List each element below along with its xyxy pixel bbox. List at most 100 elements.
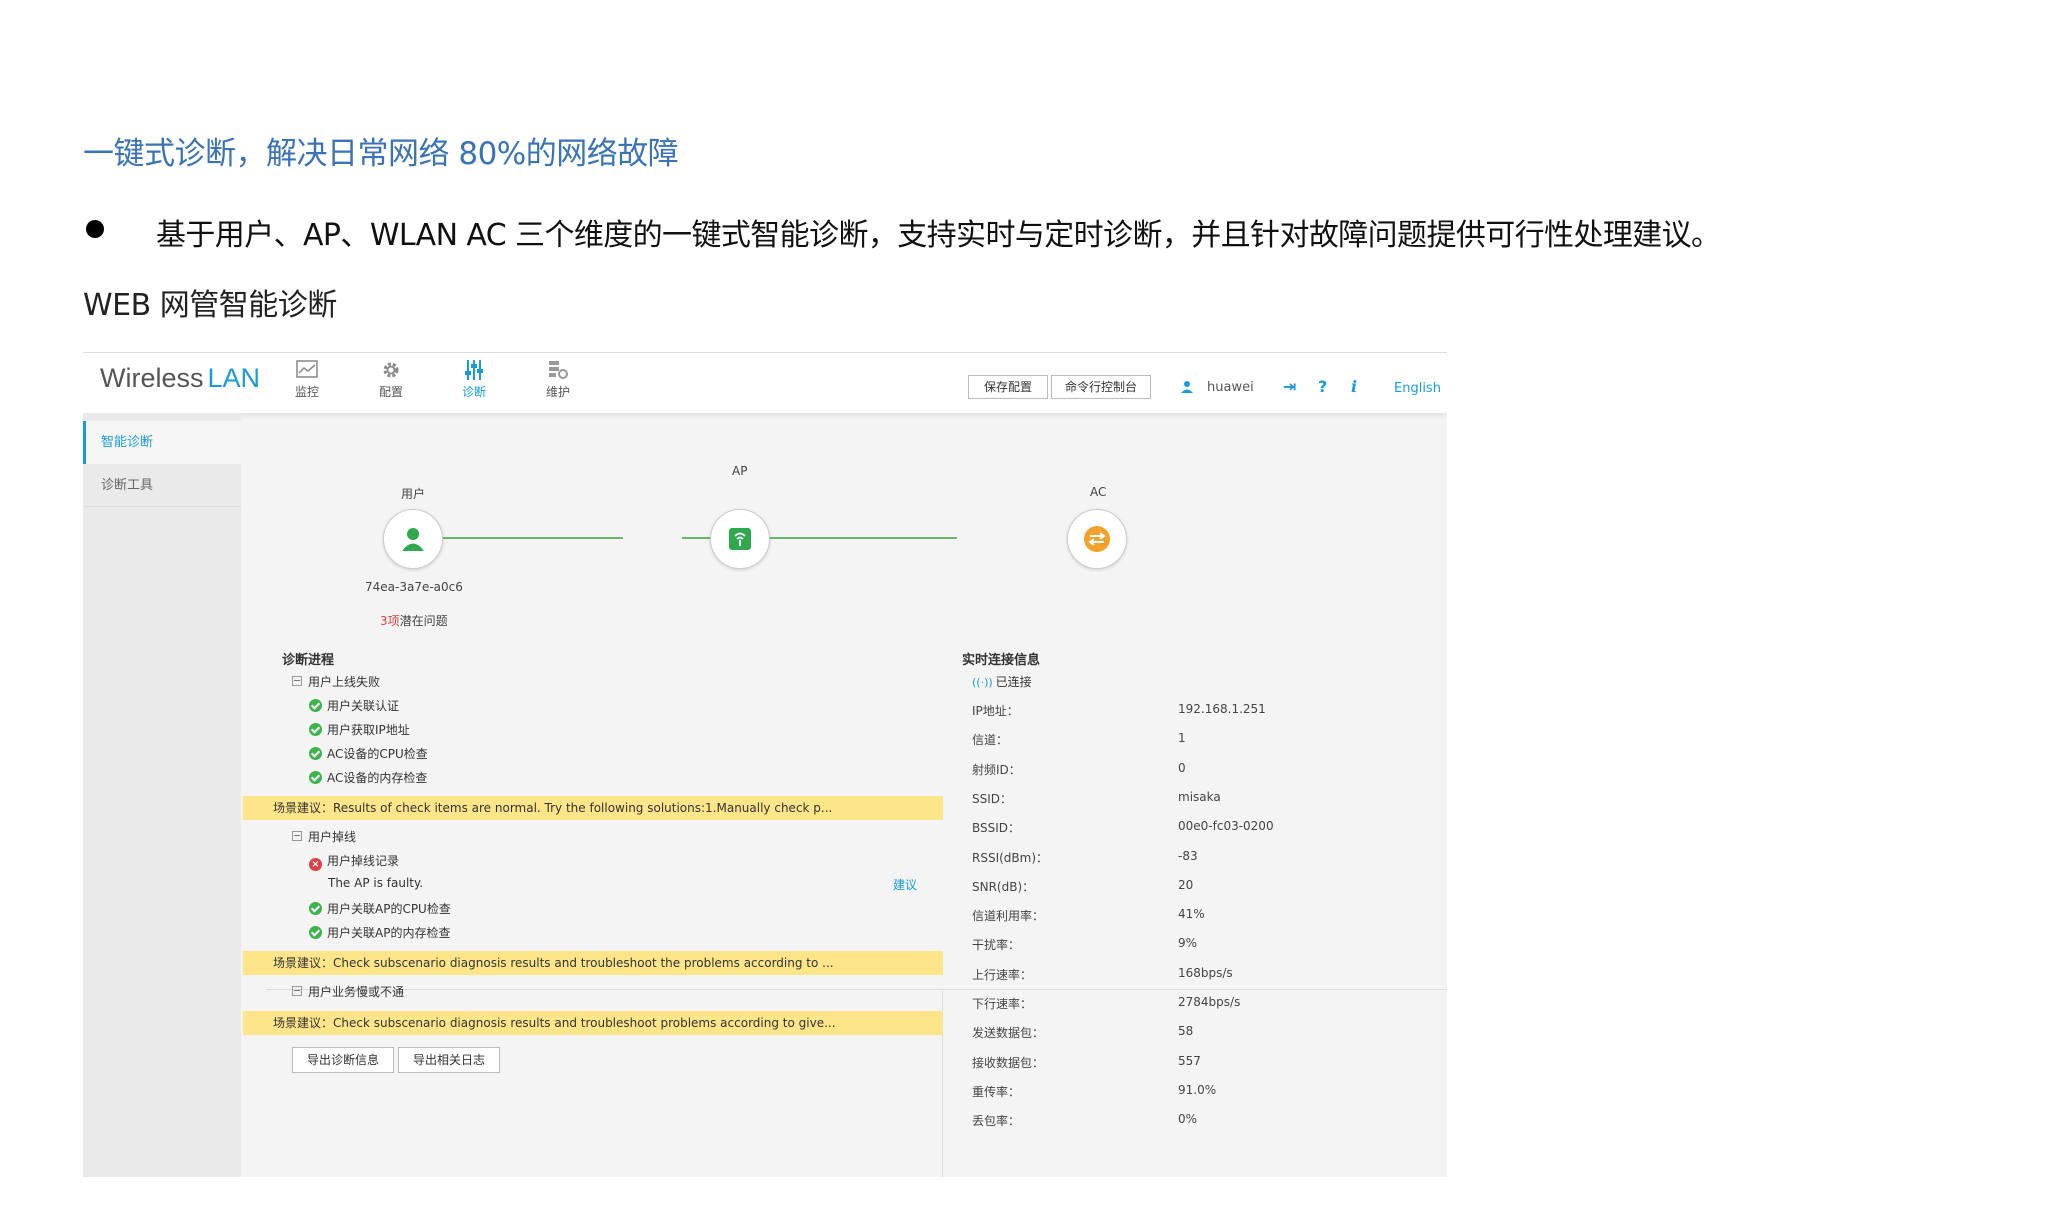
nav-maintenance-label: 维护	[545, 385, 570, 399]
info-icon[interactable]: i	[1351, 377, 1357, 396]
info-value: 2784bps/s	[1178, 995, 1241, 1009]
check-ok-icon	[309, 723, 322, 736]
ap-node[interactable]	[710, 509, 770, 569]
user-node-label: 用户	[401, 487, 426, 501]
check-item: 用户获取IP地址	[309, 721, 410, 738]
nav-monitor-label: 监控	[294, 385, 319, 399]
info-label: RSSI(dBm)：	[972, 851, 1049, 865]
issue-text: 潜在问题	[399, 614, 448, 628]
info-label: 重传率：	[972, 1085, 1021, 1099]
username: huawei	[1207, 380, 1254, 395]
info-value: 91.0%	[1178, 1083, 1217, 1097]
check-item: 用户关联AP的内存检查	[309, 924, 450, 941]
check-label: 用户获取IP地址	[327, 723, 410, 737]
maintenance-icon	[549, 361, 568, 379]
info-label: 信道：	[972, 733, 1009, 747]
check-ok-icon	[309, 926, 322, 939]
check-item-error: × 用户掉线记录	[309, 852, 399, 871]
info-value: 557	[1178, 1054, 1201, 1068]
suggestion-link[interactable]: 建议	[893, 876, 917, 893]
check-label: 用户关联AP的内存检查	[327, 926, 451, 940]
info-value: 9%	[1178, 936, 1198, 950]
check-item: 用户关联认证	[309, 697, 399, 714]
group-online-failure[interactable]: 用户上线失败	[292, 673, 380, 690]
check-item: AC设备的内存检查	[309, 769, 427, 786]
check-ok-icon	[309, 747, 322, 760]
top-bar: Wireless LAN 监控 配置 诊断 维护 保存配置 命令行控制台 huaw…	[83, 353, 1447, 413]
info-value: 0	[1178, 761, 1186, 775]
sidebar-item-diagnosis-tools[interactable]: 诊断工具	[83, 464, 241, 507]
info-label: SNR(dB)：	[972, 880, 1035, 894]
info-value: 0%	[1178, 1112, 1198, 1126]
brand-lan: LAN	[207, 363, 261, 393]
logout-icon[interactable]: ⇥	[1283, 377, 1296, 396]
info-value: misaka	[1178, 790, 1221, 804]
info-label: 接收数据包：	[972, 1056, 1045, 1070]
nav-diagnose-label: 诊断	[461, 385, 486, 399]
client-mac: 74ea-3a7e-a0c6	[365, 580, 463, 594]
info-value: 192.168.1.251	[1178, 702, 1266, 716]
group-service-slow[interactable]: 用户业务慢或不通	[292, 983, 404, 1000]
check-ok-icon	[309, 771, 322, 784]
check-label: AC设备的内存检查	[327, 771, 428, 785]
info-value: 58	[1178, 1024, 1194, 1038]
connection-status: ((·)) 已连接	[972, 673, 1032, 690]
info-label: 下行速率：	[972, 997, 1033, 1011]
info-value: 1	[1178, 731, 1186, 745]
save-config-button[interactable]: 保存配置	[968, 375, 1048, 399]
check-item: 用户关联AP的CPU检查	[309, 900, 451, 917]
language-switch[interactable]: English	[1394, 381, 1441, 396]
error-detail: The AP is faulty.	[328, 876, 424, 890]
user-node[interactable]	[383, 509, 443, 569]
sliders-icon	[465, 360, 483, 380]
info-label: 上行速率：	[972, 968, 1033, 982]
wlan-app-screenshot: Wireless LAN 监控 配置 诊断 维护 保存配置 命令行控制台 huaw…	[83, 352, 1447, 1177]
info-label: 射频ID：	[972, 763, 1021, 777]
ap-node-label: AP	[732, 464, 748, 478]
nav-diagnose[interactable]: 诊断	[449, 359, 499, 400]
issue-count: 3项	[380, 614, 400, 628]
info-label: SSID：	[972, 792, 1013, 806]
info-value: 41%	[1178, 907, 1205, 921]
collapse-icon[interactable]	[292, 831, 302, 841]
ac-node[interactable]	[1067, 509, 1127, 569]
wifi-icon: ((·))	[972, 676, 993, 689]
help-icon[interactable]: ?	[1318, 377, 1327, 396]
ac-node-icon	[1084, 526, 1110, 552]
collapse-icon[interactable]	[292, 986, 302, 996]
group-label: 用户掉线	[308, 830, 357, 844]
diagnosis-progress-title: 诊断进程	[282, 653, 335, 668]
nav-maintenance[interactable]: 维护	[533, 359, 583, 400]
collapse-icon[interactable]	[292, 676, 302, 686]
group-label: 用户业务慢或不通	[308, 985, 405, 999]
sub-heading: WEB 网管智能诊断	[83, 288, 337, 323]
scenario-suggestion: 场景建议：Check subscenario diagnosis results…	[243, 1011, 943, 1035]
check-error-icon: ×	[309, 858, 322, 871]
bullet-dot	[86, 220, 104, 238]
brand-wireless: Wireless	[100, 363, 204, 393]
check-item: AC设备的CPU检查	[309, 745, 428, 762]
user-node-icon	[402, 528, 424, 551]
nav-monitor[interactable]: 监控	[282, 359, 332, 400]
bullet-text: 基于用户、AP、WLAN AC 三个维度的一键式智能诊断，支持实时与定时诊断，并…	[156, 218, 1721, 253]
check-label: 用户关联AP的CPU检查	[327, 902, 451, 916]
doc-heading: 一键式诊断，解决日常网络 80%的网络故障	[83, 136, 679, 172]
export-log-button[interactable]: 导出相关日志	[398, 1047, 500, 1073]
section-divider	[266, 989, 1447, 990]
export-diagnosis-button[interactable]: 导出诊断信息	[292, 1047, 394, 1073]
nav-config[interactable]: 配置	[366, 359, 416, 400]
potential-issues[interactable]: 3项潜在问题	[380, 612, 448, 629]
sidebar-item-smart-diagnosis[interactable]: 智能诊断	[83, 421, 241, 464]
info-label: 信道利用率：	[972, 909, 1045, 923]
scenario-suggestion: 场景建议：Check subscenario diagnosis results…	[243, 951, 943, 975]
ap-node-icon	[729, 528, 751, 550]
nav-config-label: 配置	[378, 385, 403, 399]
gear-icon	[383, 362, 399, 378]
info-label: 发送数据包：	[972, 1026, 1045, 1040]
sidebar: 智能诊断 诊断工具	[83, 413, 241, 1177]
group-user-offline[interactable]: 用户掉线	[292, 828, 356, 845]
info-value: 168bps/s	[1178, 966, 1233, 980]
cli-console-button[interactable]: 命令行控制台	[1051, 375, 1151, 399]
status-text: 已连接	[995, 675, 1032, 689]
info-label: 干扰率：	[972, 938, 1021, 952]
